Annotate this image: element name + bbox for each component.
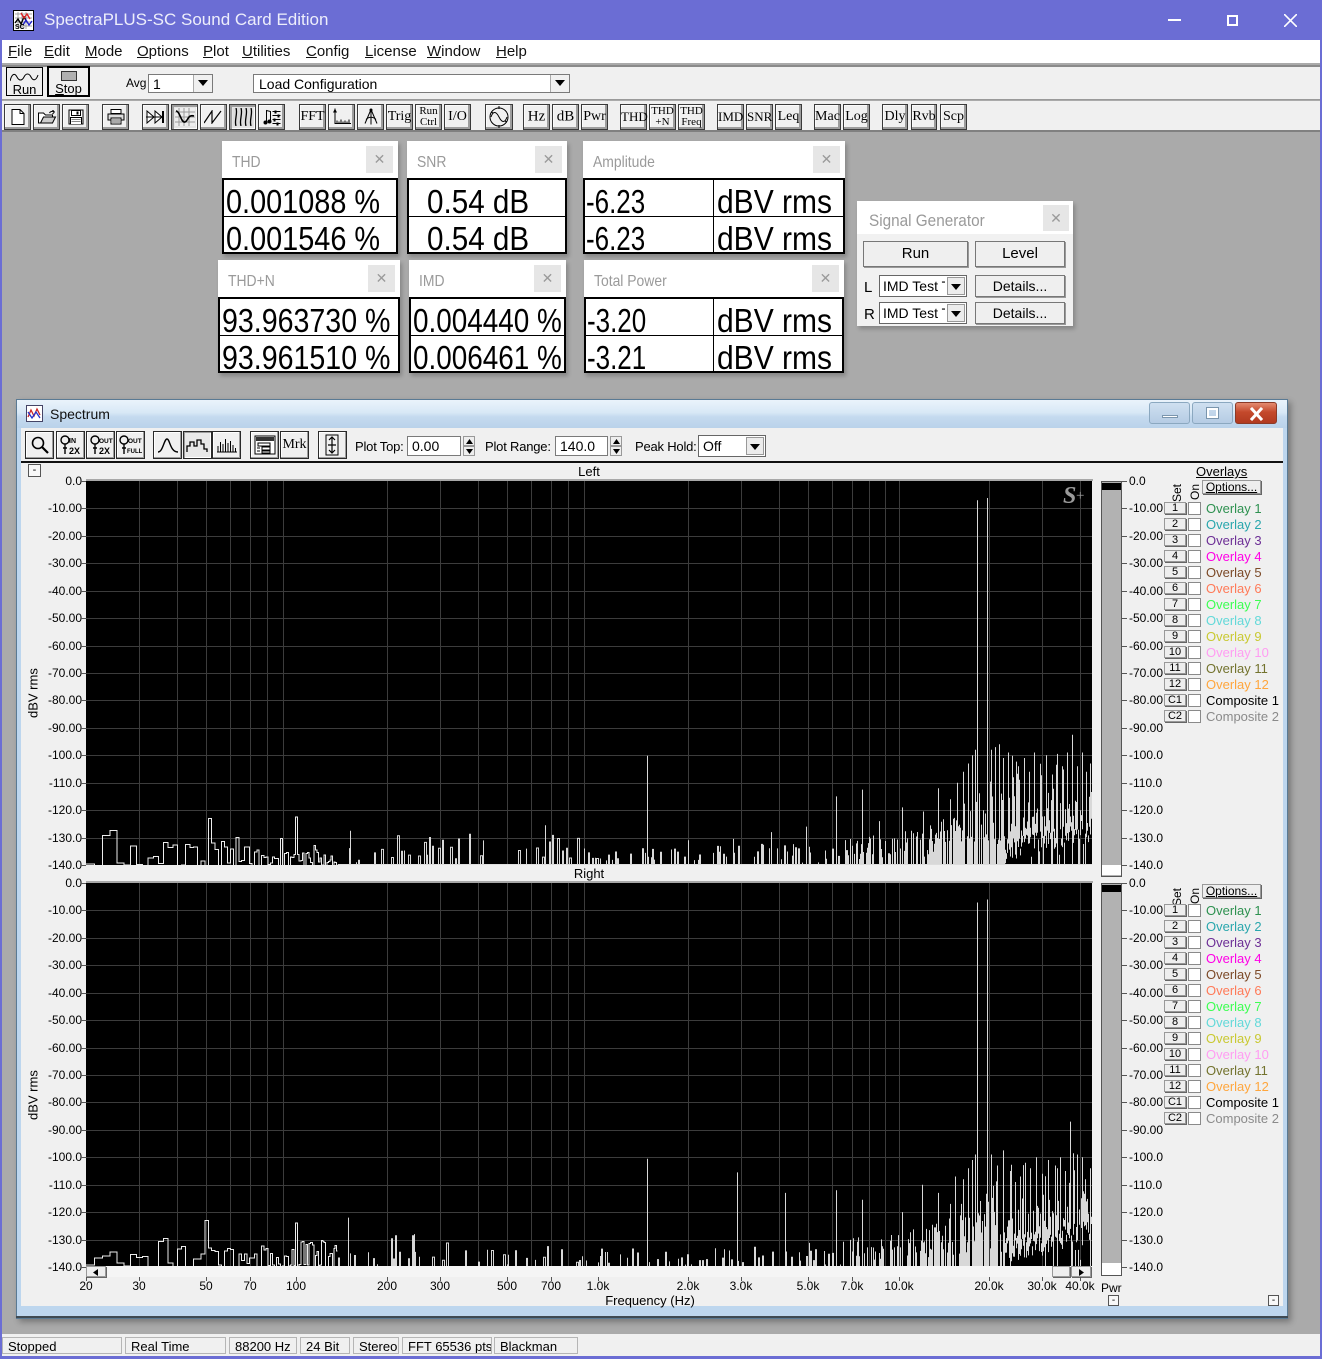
- svg-text:+: +: [1076, 488, 1084, 504]
- svg-text:OUT: OUT: [128, 438, 142, 445]
- svg-text:IN: IN: [69, 438, 76, 445]
- svg-text:2X: 2X: [99, 446, 110, 456]
- svg-text:2X: 2X: [69, 446, 80, 456]
- svg-text:FULL: FULL: [127, 449, 142, 455]
- svg-text:OUT: OUT: [99, 438, 113, 445]
- svg-text:SC: SC: [15, 24, 25, 31]
- svg-text:S: S: [1063, 483, 1076, 509]
